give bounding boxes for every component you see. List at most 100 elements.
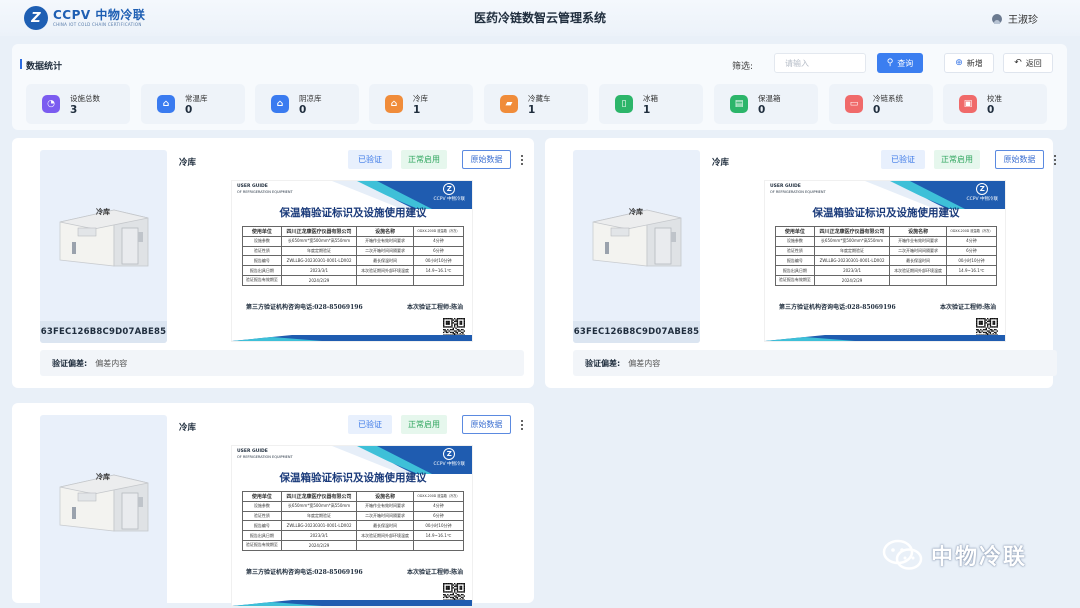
query-button-label: 查询: [897, 58, 914, 68]
doc-table-cell: [356, 274, 414, 286]
doc-phone: 第三方验证机构咨询电话:028-85069196: [779, 304, 896, 311]
doc-table-cell: 四川正龙康医疗仪器有限公司: [280, 226, 358, 237]
doc-table-cell: ODXX-200D 液温箱（冷冻）: [412, 491, 465, 502]
watermark-text: 中物冷联: [931, 545, 1028, 570]
stat-label: 保温箱: [758, 94, 781, 103]
doc-table-cell: 本次验证期间外部环境温度: [356, 265, 414, 276]
user-menu[interactable]: 王淑珍: [992, 11, 1038, 26]
facility-image: 冷库 63FEC126B8C9D07ABE85: [573, 150, 700, 343]
verified-tag: 已验证: [348, 415, 392, 434]
doc-table-cell: 00小时10分钟: [945, 255, 998, 267]
doc-table-cell: 最长保温时间: [356, 520, 414, 532]
more-menu-icon[interactable]: [517, 152, 527, 168]
stat-card[interactable]: ▣ 校准 0: [943, 84, 1047, 124]
doc-table-cell: [889, 274, 947, 286]
stat-card[interactable]: ▤ 保温箱 0: [714, 84, 818, 124]
stat-card[interactable]: ⌂ 阴凉库 0: [255, 84, 359, 124]
raw-data-button[interactable]: 原始数据: [462, 150, 511, 169]
verification-document[interactable]: USER GUIDE OF REFRIGERATION EQUIPMENT Z CCP…: [764, 180, 1006, 342]
stat-value: 0: [185, 104, 193, 116]
doc-engineer: 本次验证工程师:陈治: [407, 304, 464, 311]
stat-label: 冷链系统: [873, 94, 903, 103]
doc-table-row: 设施参数 长650mm*宽500mm*高550mm 开箱作业有效时间要求 4分钟: [242, 500, 465, 512]
doc-table-cell: 设施名称: [889, 226, 947, 237]
stat-value: 1: [413, 104, 421, 116]
status-tag: 正常启用: [934, 150, 980, 169]
doc-guide-title: USER GUIDE: [237, 449, 268, 454]
user-name: 王淑珍: [1008, 15, 1038, 26]
app-title: 医药冷链数智云管理系统: [473, 11, 606, 25]
stat-label: 冰箱: [643, 94, 658, 103]
stat-value: 0: [873, 104, 881, 116]
doc-table-cell: 年度定期验证: [280, 245, 358, 257]
verification-document[interactable]: USER GUIDE OF REFRIGERATION EQUIPMENT Z CCP…: [231, 180, 473, 342]
wechat-watermark: 中物冷联: [881, 538, 1027, 572]
room-label: 冷库: [96, 473, 110, 481]
deviation-label: 验证偏差:: [52, 358, 88, 368]
stat-card[interactable]: ⌂ 冷库 1: [369, 84, 473, 124]
doc-phone: 第三方验证机构咨询电话:028-85069196: [246, 304, 363, 311]
doc-table-cell: 验证报告有效期至: [242, 539, 282, 551]
doc-table-cell: 2023/3/1: [280, 530, 358, 541]
stat-value: 3: [70, 104, 78, 116]
doc-table-cell: 2023/3/1: [280, 265, 358, 276]
doc-table-cell: ODXX-200D 液温箱（冷冻）: [412, 226, 465, 237]
stat-card[interactable]: ▭ 冷链系统 0: [829, 84, 933, 124]
doc-table-cell: 14.9~16.1℃: [945, 265, 998, 276]
doc-table-cell: 本次验证期间外部环境温度: [889, 265, 947, 276]
stat-card[interactable]: ▰ 冷藏车 1: [484, 84, 588, 124]
doc-table: 使用单位 四川正龙康医疗仪器有限公司 设施名称 ODXX-200D 液温箱（冷冻） 设施…: [775, 226, 998, 286]
doc-table-row: 设施参数 长650mm*宽500mm*高550mm 开箱作业有效时间要求 4分钟: [775, 235, 998, 247]
stat-card[interactable]: ⌂ 常温库 0: [141, 84, 245, 124]
query-button[interactable]: ⚲ 查询: [877, 53, 923, 73]
verified-tag: 已验证: [881, 150, 925, 169]
doc-table-cell: [412, 274, 465, 286]
doc-table-cell: 4分钟: [412, 235, 465, 247]
doc-table-cell: 最长保温时间: [356, 255, 414, 267]
doc-logo-text: CCPV 中物冷联: [433, 462, 465, 467]
doc-table-cell: 验证性质: [775, 245, 815, 257]
add-button[interactable]: ⊕ 新增: [944, 53, 994, 73]
doc-table-row: 报告出具日期 2023/3/1 本次验证期间外部环境温度 14.9~16.1℃: [775, 265, 998, 276]
stat-label: 设施总数: [70, 94, 100, 103]
search-icon: ⚲: [886, 58, 894, 68]
more-menu-icon[interactable]: [1050, 152, 1060, 168]
more-menu-icon[interactable]: [517, 417, 527, 433]
doc-table-row: 报告编号 ZWLLBG-20230301-0001-LDX02 最长保温时间 00小时…: [242, 520, 465, 532]
raw-data-button[interactable]: 原始数据: [462, 415, 511, 434]
doc-table-row: 使用单位 四川正龙康医疗仪器有限公司 设施名称 ODXX-200D 液温箱（冷冻）: [242, 491, 465, 502]
doc-table-cell: 报告出具日期: [242, 530, 282, 541]
doc-logo-text: CCPV 中物冷联: [966, 197, 998, 202]
user-avatar-icon: [992, 13, 1002, 24]
raw-data-button[interactable]: 原始数据: [995, 150, 1044, 169]
status-tag: 正常启用: [401, 150, 447, 169]
room-label: 冷库: [96, 208, 110, 216]
doc-table-row: 验证性质 年度定期验证 二次开箱时间间隔要求 6分钟: [242, 510, 465, 522]
search-input[interactable]: [774, 53, 866, 73]
box-icon: ▤: [730, 95, 748, 113]
verification-document[interactable]: USER GUIDE OF REFRIGERATION EQUIPMENT Z CCP…: [231, 445, 473, 607]
doc-table-cell: 使用单位: [242, 226, 282, 237]
back-button[interactable]: ↶ 返回: [1003, 53, 1053, 73]
doc-logo-text: CCPV 中物冷联: [433, 197, 465, 202]
doc-table-cell: 4分钟: [945, 235, 998, 247]
facility-card[interactable]: 冷库 冷库 已验证 正常启用 原始数据 USER GUIDE OF REFRIGERATIO…: [12, 403, 534, 608]
doc-table-cell: ZWLLBG-20230301-0001-LDX02: [813, 255, 891, 267]
stat-card[interactable]: ◔ 设施总数 3: [26, 84, 130, 124]
doc-table-cell: 报告编号: [242, 520, 282, 532]
facility-image: 冷库 63FEC126B8C9D07ABE85: [40, 150, 167, 343]
doc-table-cell: 长650mm*宽500mm*高550mm: [813, 235, 891, 247]
doc-table-row: 报告出具日期 2023/3/1 本次验证期间外部环境温度 14.9~16.1℃: [242, 530, 465, 541]
doc-table-cell: 2024/2/29: [813, 274, 891, 286]
doc-phone: 第三方验证机构咨询电话:028-85069196: [246, 569, 363, 576]
facility-card[interactable]: 冷库 63FEC126B8C9D07ABE85 冷库 已验证 正常启用 原始数据 USER …: [545, 138, 1057, 388]
doc-table-cell: 验证报告有效期至: [242, 274, 282, 286]
doc-table-cell: 6分钟: [412, 510, 465, 522]
facility-card[interactable]: 冷库 63FEC126B8C9D07ABE85 冷库 已验证 正常启用 原始数据 USER …: [12, 138, 534, 388]
doc-table-cell: ODXX-200D 液温箱（冷冻）: [945, 226, 998, 237]
doc-table-row: 使用单位 四川正龙康医疗仪器有限公司 设施名称 ODXX-200D 液温箱（冷冻）: [242, 226, 465, 237]
stat-card[interactable]: ▯ 冰箱 1: [599, 84, 703, 124]
stat-value: 0: [987, 104, 995, 116]
doc-table-cell: 报告出具日期: [242, 265, 282, 276]
calibration-icon: ▣: [959, 95, 977, 113]
